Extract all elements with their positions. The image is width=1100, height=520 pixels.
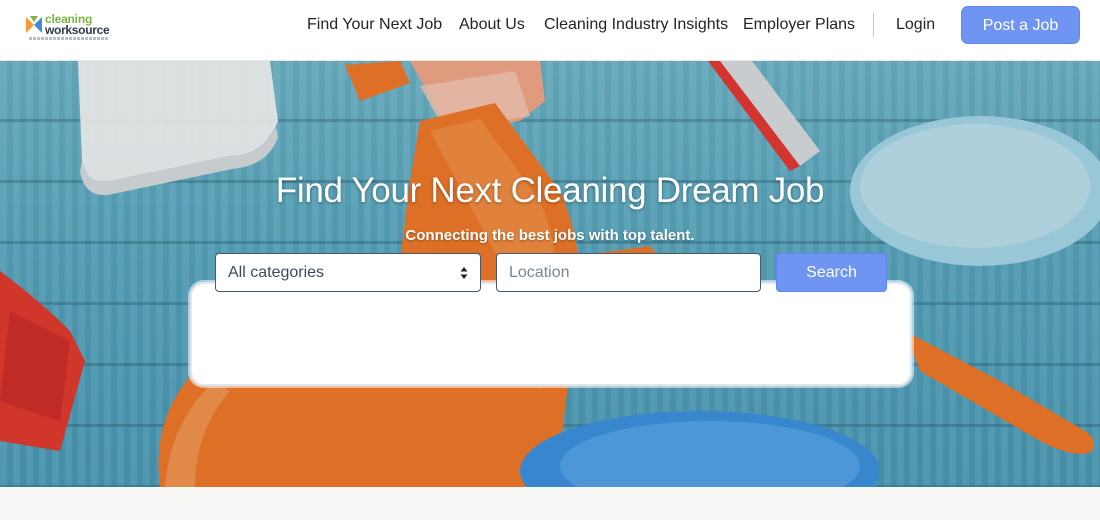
nav-login[interactable]: Login bbox=[896, 0, 935, 50]
select-updown-arrows-icon bbox=[460, 267, 468, 279]
hero-title: Find Your Next Cleaning Dream Job bbox=[275, 171, 825, 210]
search-button[interactable]: Search bbox=[776, 253, 887, 292]
location-input[interactable] bbox=[496, 253, 761, 292]
nav-employer-plans[interactable]: Employer Plans bbox=[743, 0, 855, 50]
nav-find-your-next-job[interactable]: Find Your Next Job bbox=[307, 0, 442, 50]
logo-word-worksource: worksource bbox=[45, 23, 110, 37]
post-a-job-button[interactable]: Post a Job bbox=[961, 6, 1080, 44]
category-select[interactable]: All categories bbox=[215, 253, 481, 292]
category-select-value: All categories bbox=[228, 264, 325, 281]
logo-tagline bbox=[29, 37, 109, 40]
nav-cleaning-industry-insights[interactable]: Cleaning Industry Insights bbox=[544, 0, 728, 50]
site-header: cleaning worksource Find Your Next Job A… bbox=[0, 0, 1100, 61]
search-card bbox=[190, 282, 912, 386]
section-below-hero bbox=[0, 487, 1100, 520]
nav-about-us[interactable]: About Us bbox=[459, 0, 525, 50]
logo-mark-icon bbox=[26, 16, 42, 33]
site-logo[interactable]: cleaning worksource bbox=[24, 12, 119, 42]
hero-subtitle: Connecting the best jobs with top talent… bbox=[405, 227, 695, 244]
nav-divider bbox=[873, 13, 874, 37]
